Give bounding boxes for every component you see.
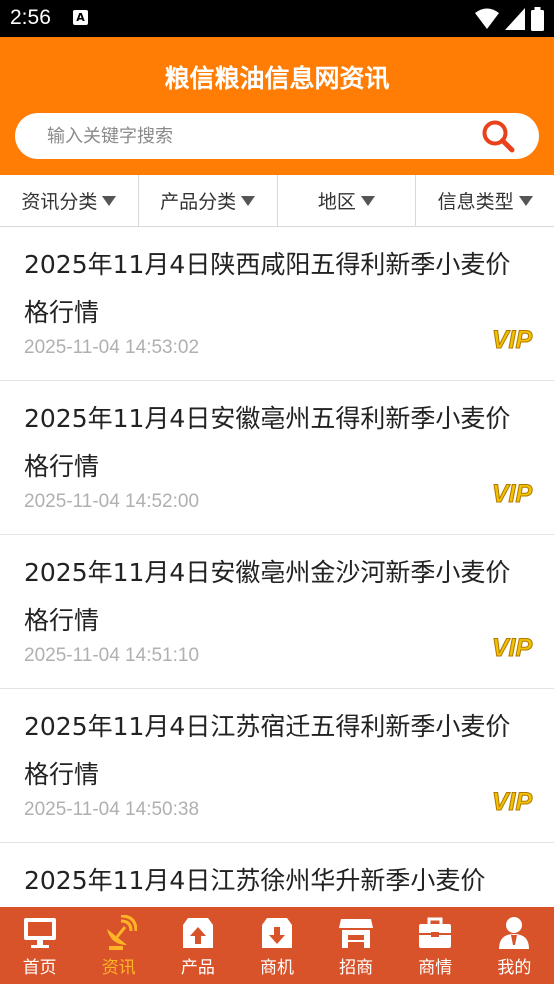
news-title: 2025年11月4日陕西咸阳五得利新季小麦价格行情: [24, 250, 511, 327]
filter-news-category[interactable]: 资讯分类: [0, 175, 139, 226]
news-title: 2025年11月4日安徽亳州五得利新季小麦价格行情: [24, 404, 511, 481]
tab-business[interactable]: 商机: [237, 907, 316, 984]
dropdown-arrow-icon: [241, 195, 256, 206]
tab-news[interactable]: 资讯: [79, 907, 158, 984]
wifi-icon: [475, 8, 499, 29]
tab-market[interactable]: 商情: [396, 907, 475, 984]
satellite-icon: [106, 915, 137, 950]
tab-label: 我的: [497, 958, 532, 978]
tab-label: 商机: [259, 958, 294, 978]
news-item[interactable]: 2025年11月4日安徽亳州金沙河新季小麦价格行情 2025-11-04 14:…: [0, 535, 554, 689]
vip-badge-text: VIP: [492, 788, 533, 816]
dropdown-arrow-icon: [518, 195, 533, 206]
header: 粮信粮油信息网资讯: [0, 37, 554, 175]
filter-label: 资讯分类: [21, 191, 98, 213]
vip-badge-icon: VIP: [491, 480, 533, 509]
tab-home[interactable]: 首页: [0, 907, 79, 984]
dropdown-arrow-icon: [360, 195, 375, 206]
box-upload-icon: [182, 918, 213, 948]
news-list: 2025年11月4日陕西咸阳五得利新季小麦价格行情 2025-11-04 14:…: [0, 227, 554, 907]
filter-bar: 资讯分类 产品分类 地区 信息类型: [0, 175, 554, 227]
search-input[interactable]: [47, 113, 467, 159]
news-date: 2025-11-04 14:52:00: [24, 491, 200, 512]
filter-label: 产品分类: [160, 191, 237, 213]
user-icon: [499, 917, 530, 949]
news-item[interactable]: 2025年11月4日陕西咸阳五得利新季小麦价格行情 2025-11-04 14:…: [0, 227, 554, 381]
signal-icon: [505, 8, 525, 30]
filter-label: 地区: [317, 191, 356, 213]
tab-products[interactable]: 产品: [158, 907, 237, 984]
filter-info-type[interactable]: 信息类型: [416, 175, 554, 226]
search-bar: [15, 113, 539, 159]
vip-badge-icon: VIP: [491, 326, 533, 355]
status-time: 2:56: [10, 6, 51, 29]
tab-label: 首页: [22, 958, 57, 978]
news-title: 2025年11月4日江苏宿迁五得利新季小麦价格行情: [24, 712, 511, 789]
vip-badge-icon: VIP: [491, 788, 533, 817]
dropdown-arrow-icon: [102, 195, 117, 206]
news-date: 2025-11-04 14:51:10: [24, 645, 200, 666]
news-date: 2025-11-04 14:53:02: [24, 337, 200, 358]
tab-label: 商情: [418, 958, 453, 978]
bottom-tab-bar: 首页 资讯 产品 商机 招商 商情 我的: [0, 907, 554, 984]
vip-badge-text: VIP: [492, 326, 533, 354]
briefcase-icon: [419, 917, 452, 948]
box-download-icon: [261, 918, 292, 948]
status-bar: 2:56 A: [0, 0, 554, 37]
monitor-icon: [23, 918, 56, 948]
page-title: 粮信粮油信息网资讯: [164, 64, 390, 93]
search-icon[interactable]: [481, 119, 515, 153]
tab-label: 招商: [339, 958, 374, 978]
battery-icon: [531, 7, 544, 31]
vip-badge-text: VIP: [492, 634, 533, 662]
status-icons: [475, 7, 544, 31]
tab-label: 资讯: [101, 958, 136, 978]
filter-label: 信息类型: [437, 191, 514, 213]
news-date: 2025-11-04 14:50:38: [24, 799, 200, 820]
vip-badge-text: VIP: [492, 480, 533, 508]
tab-mine[interactable]: 我的: [475, 907, 554, 984]
filter-region[interactable]: 地区: [278, 175, 417, 226]
news-item[interactable]: 2025年11月4日安徽亳州五得利新季小麦价格行情 2025-11-04 14:…: [0, 381, 554, 535]
tab-investment[interactable]: 招商: [317, 907, 396, 984]
news-title: 2025年11月4日安徽亳州金沙河新季小麦价格行情: [24, 558, 511, 635]
news-item[interactable]: 2025年11月4日江苏宿迁五得利新季小麦价格行情 2025-11-04 14:…: [0, 689, 554, 843]
vip-badge-icon: VIP: [491, 634, 533, 663]
news-title: 2025年11月4日江苏徐州华升新季小麦价: [24, 866, 486, 895]
tab-label: 产品: [180, 958, 215, 978]
store-icon: [339, 919, 374, 948]
filter-product-category[interactable]: 产品分类: [139, 175, 278, 226]
news-item[interactable]: 2025年11月4日江苏徐州华升新季小麦价: [0, 843, 554, 907]
notification-icon: A: [73, 10, 88, 25]
